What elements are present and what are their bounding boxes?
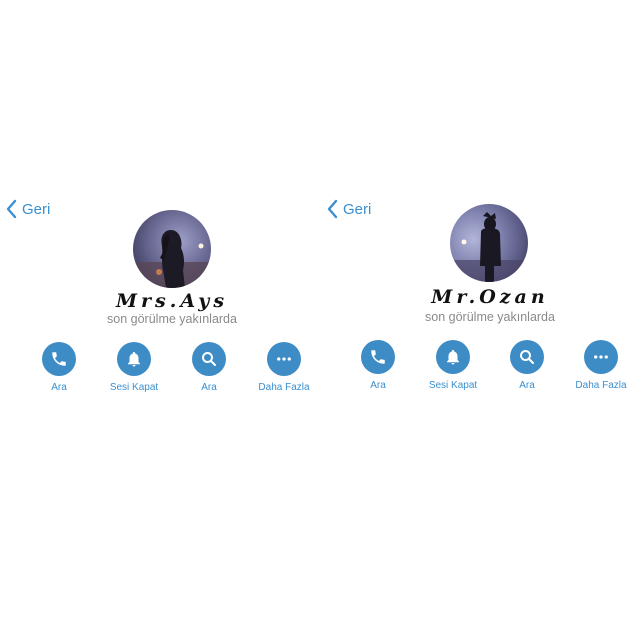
last-seen-status: son görülme yakınlarda bbox=[425, 310, 555, 324]
action-label: Daha Fazla bbox=[258, 382, 310, 393]
more-button-circle bbox=[267, 342, 301, 376]
bell-icon bbox=[447, 349, 459, 365]
search-button[interactable]: Ara bbox=[174, 342, 244, 393]
action-label: Ara bbox=[201, 382, 217, 393]
back-label: Geri bbox=[22, 200, 51, 218]
action-bar: Ara Sesi Kapat Ara Daha Fazla bbox=[0, 342, 320, 402]
search-icon bbox=[520, 350, 535, 365]
action-label: Ara bbox=[370, 380, 386, 391]
action-bar: Ara Sesi Kapat Ara Daha Fazla bbox=[320, 340, 640, 400]
more-button[interactable]: Daha Fazla bbox=[249, 342, 319, 393]
call-button-circle bbox=[361, 340, 395, 374]
action-label: Daha Fazla bbox=[575, 380, 627, 391]
mute-button[interactable]: Sesi Kapat bbox=[99, 342, 169, 393]
back-button[interactable]: Geri bbox=[325, 198, 371, 220]
action-label: Ara bbox=[519, 380, 535, 391]
call-button[interactable]: Ara bbox=[343, 340, 413, 391]
search-icon bbox=[202, 352, 217, 367]
profile-photo bbox=[133, 210, 211, 288]
avatar[interactable] bbox=[133, 210, 211, 288]
action-label: Sesi Kapat bbox=[109, 382, 159, 393]
profile-panel-left: Geri Mrs.Ays son görülme yakınlarda Ara … bbox=[0, 190, 320, 410]
contact-name: Mrs.Ays bbox=[115, 290, 229, 312]
search-button[interactable]: Ara bbox=[492, 340, 562, 391]
profile-photo bbox=[450, 204, 528, 282]
search-button-circle bbox=[510, 340, 544, 374]
more-button[interactable]: Daha Fazla bbox=[566, 340, 636, 391]
phone-icon bbox=[52, 352, 66, 366]
call-button-circle bbox=[42, 342, 76, 376]
chevron-left-icon bbox=[6, 199, 17, 219]
mute-button-circle bbox=[117, 342, 151, 376]
screenshot-canvas: Geri Mrs.Ays son görülme yakınlarda Ara … bbox=[0, 0, 640, 640]
contact-name: Mr.Ozan bbox=[431, 286, 549, 308]
profile-panel-right: Geri Mr.Ozan son görülme yakınlarda Ara … bbox=[320, 190, 640, 410]
last-seen-status: son görülme yakınlarda bbox=[107, 312, 237, 326]
more-icon bbox=[277, 357, 291, 361]
phone-icon bbox=[371, 350, 385, 364]
mute-button-circle bbox=[436, 340, 470, 374]
more-icon bbox=[594, 355, 608, 359]
bell-icon bbox=[128, 351, 140, 367]
action-label: Ara bbox=[51, 382, 67, 393]
back-label: Geri bbox=[343, 200, 372, 218]
chevron-left-icon bbox=[327, 199, 338, 219]
action-label: Sesi Kapat bbox=[428, 380, 478, 391]
more-button-circle bbox=[584, 340, 618, 374]
mute-button[interactable]: Sesi Kapat bbox=[418, 340, 488, 391]
call-button[interactable]: Ara bbox=[24, 342, 94, 393]
back-button[interactable]: Geri bbox=[4, 198, 50, 220]
avatar[interactable] bbox=[450, 204, 528, 282]
search-button-circle bbox=[192, 342, 226, 376]
